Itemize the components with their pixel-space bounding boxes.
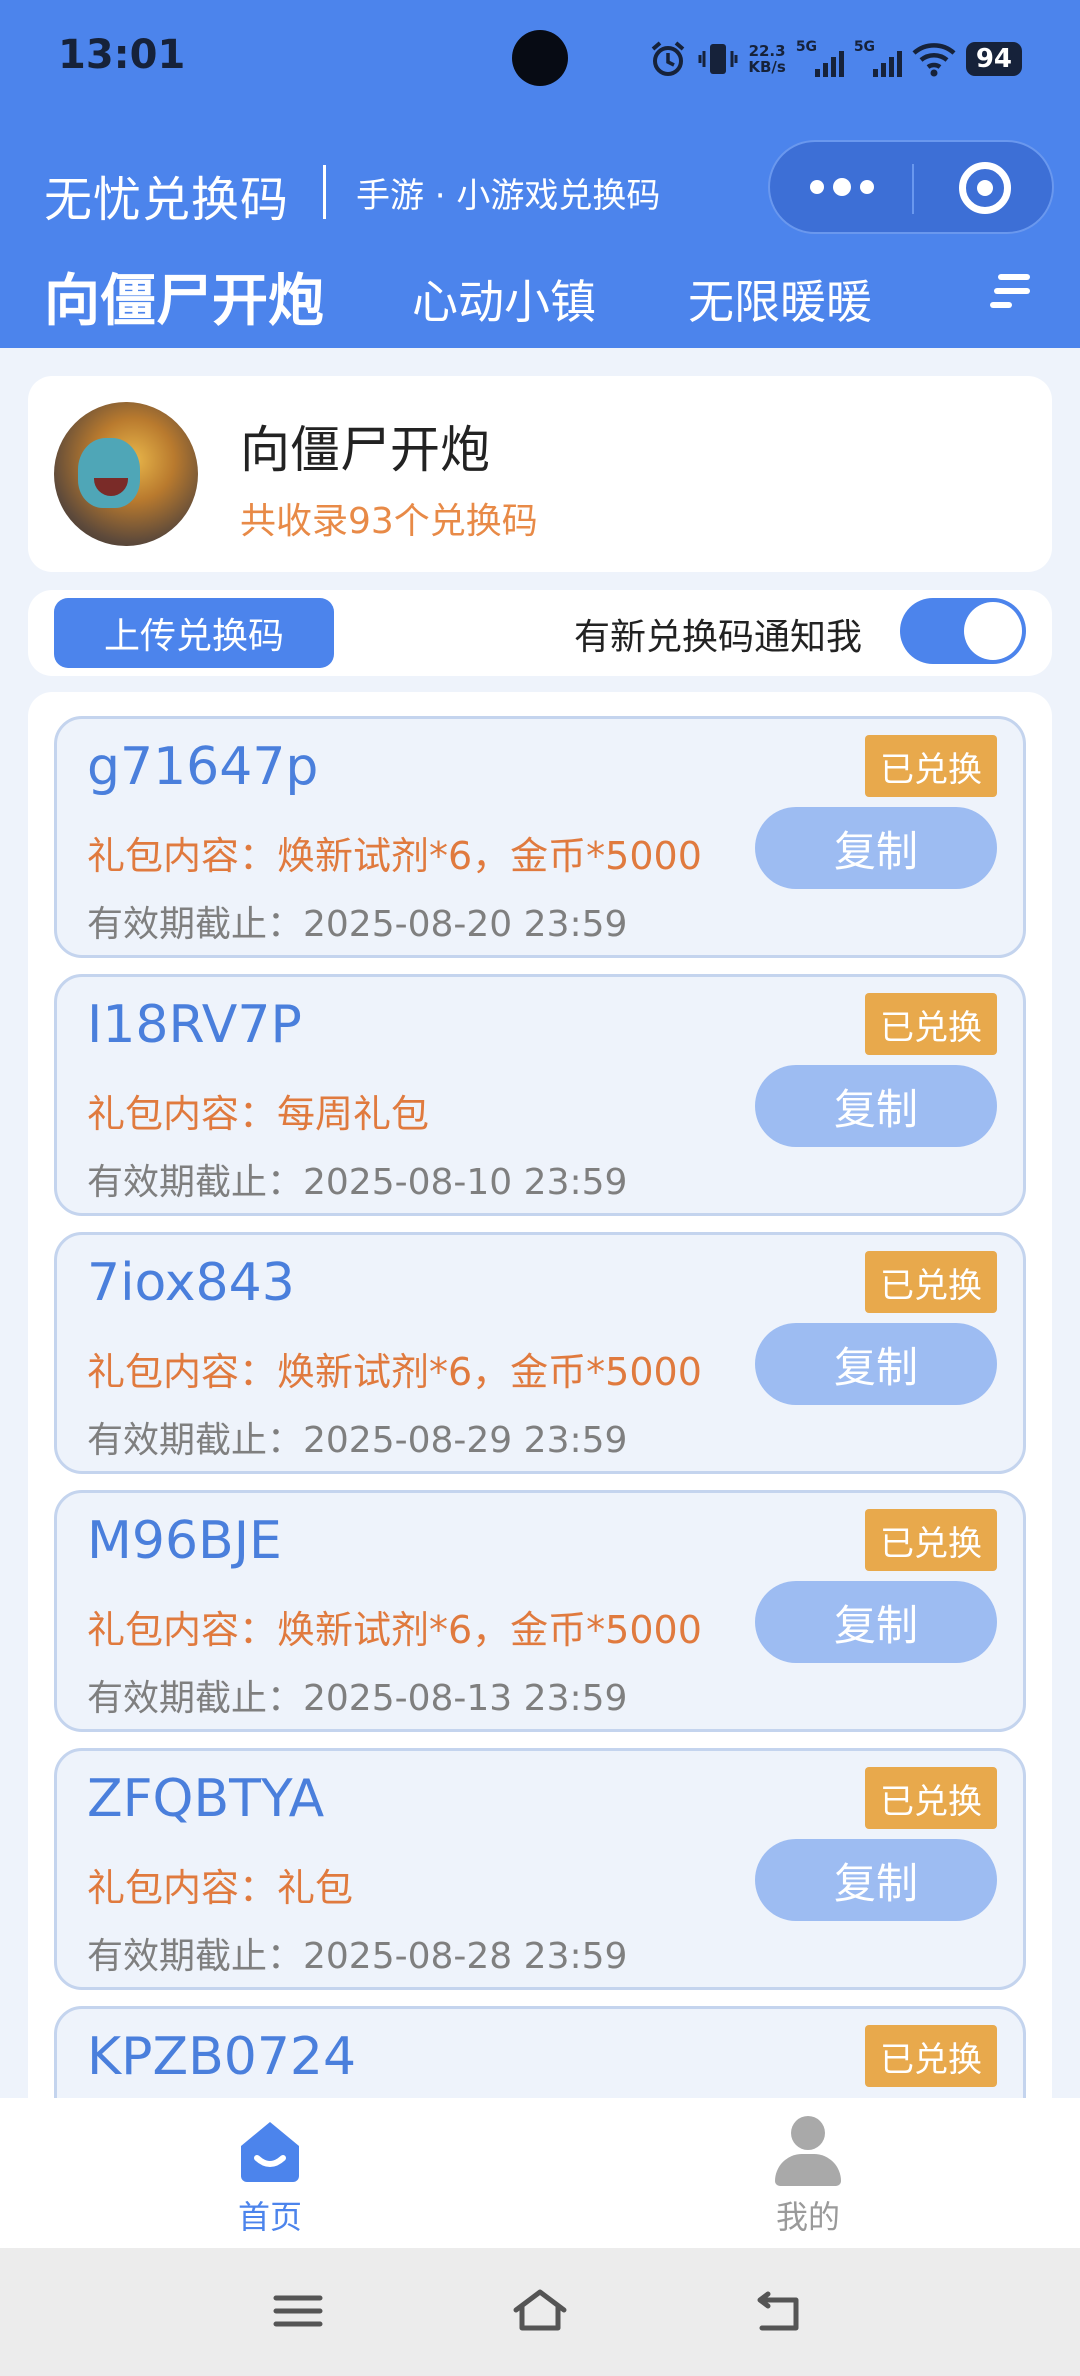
code-text[interactable]: 7iox843 bbox=[87, 1253, 295, 1313]
expiry-date: 有效期截止：2025-08-29 23:59 bbox=[87, 1420, 628, 1461]
battery-level: 94 bbox=[965, 42, 1022, 76]
app-bar: 无忧兑换码 手游 · 小游戏兑换码 bbox=[0, 120, 1080, 260]
front-camera-cutout bbox=[512, 30, 568, 86]
gift-content: 礼包内容：焕新试剂*6，金币*5000 bbox=[87, 834, 702, 878]
capsule-divider bbox=[912, 164, 914, 214]
bottom-nav: 首页 我的 bbox=[0, 2098, 1080, 2248]
nav-home-label: 首页 bbox=[237, 2198, 302, 2236]
code-text[interactable]: I18RV7P bbox=[87, 995, 302, 1055]
game-avatar bbox=[54, 402, 198, 546]
system-home-icon[interactable] bbox=[510, 2286, 570, 2336]
home-icon bbox=[241, 2122, 299, 2182]
action-toolbar: 上传兑换码 有新兑换码通知我 bbox=[28, 590, 1052, 676]
miniprogram-capsule bbox=[768, 140, 1054, 234]
status-icons: 22.3 KB/s 5G 5G 94 bbox=[648, 32, 1022, 86]
tab-game-0[interactable]: 向僵尸开炮 bbox=[44, 256, 324, 337]
code-count: 共收录93个兑换码 bbox=[240, 501, 538, 542]
signal-icon-2: 5G bbox=[854, 39, 902, 79]
person-icon bbox=[773, 2116, 843, 2186]
close-target-icon[interactable] bbox=[959, 162, 1011, 214]
expiry-date: 有效期截止：2025-08-20 23:59 bbox=[87, 904, 628, 945]
alarm-icon bbox=[648, 39, 688, 79]
signal-icon: 5G bbox=[796, 39, 844, 79]
code-text[interactable]: ZFQBTYA bbox=[87, 1769, 324, 1829]
title-divider bbox=[323, 165, 326, 219]
redeemed-badge: 已兑换 bbox=[865, 993, 997, 1055]
status-time: 13:01 bbox=[58, 32, 186, 78]
status-bar: 13:01 22.3 KB/s 5G 5G 94 bbox=[0, 0, 1080, 118]
gift-content: 礼包内容：礼包 bbox=[87, 1866, 354, 1910]
net-speed-unit: KB/s bbox=[748, 58, 786, 76]
net-speed-value: 22.3 bbox=[748, 42, 786, 60]
copy-button[interactable]: 复制 bbox=[755, 807, 997, 889]
upload-code-button[interactable]: 上传兑换码 bbox=[54, 598, 334, 668]
nav-home[interactable]: 首页 bbox=[170, 2116, 370, 2238]
redeemed-badge: 已兑换 bbox=[865, 735, 997, 797]
code-card: KPZB0724 已兑换 bbox=[54, 2006, 1026, 2100]
system-nav-bar bbox=[0, 2248, 1080, 2376]
code-text[interactable]: M96BJE bbox=[87, 1511, 282, 1571]
tab-game-1[interactable]: 心动小镇 bbox=[412, 266, 596, 332]
redeemed-badge: 已兑换 bbox=[865, 1767, 997, 1829]
recent-apps-icon[interactable] bbox=[268, 2286, 328, 2336]
net-speed: 22.3 KB/s bbox=[748, 43, 785, 75]
code-list: g71647p 已兑换 礼包内容：焕新试剂*6，金币*5000 复制 有效期截止… bbox=[28, 692, 1052, 2100]
code-text[interactable]: g71647p bbox=[87, 737, 318, 797]
back-icon[interactable] bbox=[750, 2286, 810, 2336]
notify-label: 有新兑换码通知我 bbox=[574, 617, 863, 658]
code-text[interactable]: KPZB0724 bbox=[87, 2027, 356, 2087]
copy-button[interactable]: 复制 bbox=[755, 1065, 997, 1147]
gift-content: 礼包内容：每周礼包 bbox=[87, 1092, 430, 1136]
code-card: g71647p 已兑换 礼包内容：焕新试剂*6，金币*5000 复制 有效期截止… bbox=[54, 716, 1026, 958]
tab-game-2[interactable]: 无限暖暖 bbox=[688, 266, 872, 332]
vibrate-icon bbox=[698, 39, 738, 79]
nav-mine[interactable]: 我的 bbox=[708, 2116, 908, 2238]
code-card: I18RV7P 已兑换 礼包内容：每周礼包 复制 有效期截止：2025-08-1… bbox=[54, 974, 1026, 1216]
game-name: 向僵尸开炮 bbox=[240, 421, 490, 479]
redeemed-badge: 已兑换 bbox=[865, 1509, 997, 1571]
gift-content: 礼包内容：焕新试剂*6，金币*5000 bbox=[87, 1608, 702, 1652]
code-card: ZFQBTYA 已兑换 礼包内容：礼包 复制 有效期截止：2025-08-28 … bbox=[54, 1748, 1026, 1990]
wifi-icon bbox=[912, 41, 956, 77]
notify-toggle[interactable] bbox=[900, 598, 1026, 664]
app-subtitle: 手游 · 小游戏兑换码 bbox=[356, 176, 661, 216]
expiry-date: 有效期截止：2025-08-10 23:59 bbox=[87, 1162, 628, 1203]
menu-sort-icon[interactable] bbox=[990, 274, 1030, 310]
app-header: 13:01 22.3 KB/s 5G 5G 94 无忧兑换码 手游 · 小游戏兑… bbox=[0, 0, 1080, 348]
nav-mine-label: 我的 bbox=[775, 2198, 840, 2236]
gift-content: 礼包内容：焕新试剂*6，金币*5000 bbox=[87, 1350, 702, 1394]
app-title: 无忧兑换码 bbox=[44, 172, 290, 228]
redeemed-badge: 已兑换 bbox=[865, 2025, 997, 2087]
expiry-date: 有效期截止：2025-08-13 23:59 bbox=[87, 1678, 628, 1719]
copy-button[interactable]: 复制 bbox=[755, 1323, 997, 1405]
toggle-knob bbox=[964, 602, 1022, 660]
copy-button[interactable]: 复制 bbox=[755, 1839, 997, 1921]
game-tabs: 向僵尸开炮 心动小镇 无限暖暖 bbox=[0, 258, 1080, 348]
code-card: 7iox843 已兑换 礼包内容：焕新试剂*6，金币*5000 复制 有效期截止… bbox=[54, 1232, 1026, 1474]
code-card: M96BJE 已兑换 礼包内容：焕新试剂*6，金币*5000 复制 有效期截止：… bbox=[54, 1490, 1026, 1732]
more-icon[interactable] bbox=[810, 178, 874, 196]
expiry-date: 有效期截止：2025-08-28 23:59 bbox=[87, 1936, 628, 1977]
copy-button[interactable]: 复制 bbox=[755, 1581, 997, 1663]
game-info-card: 向僵尸开炮 共收录93个兑换码 bbox=[28, 376, 1052, 572]
redeemed-badge: 已兑换 bbox=[865, 1251, 997, 1313]
